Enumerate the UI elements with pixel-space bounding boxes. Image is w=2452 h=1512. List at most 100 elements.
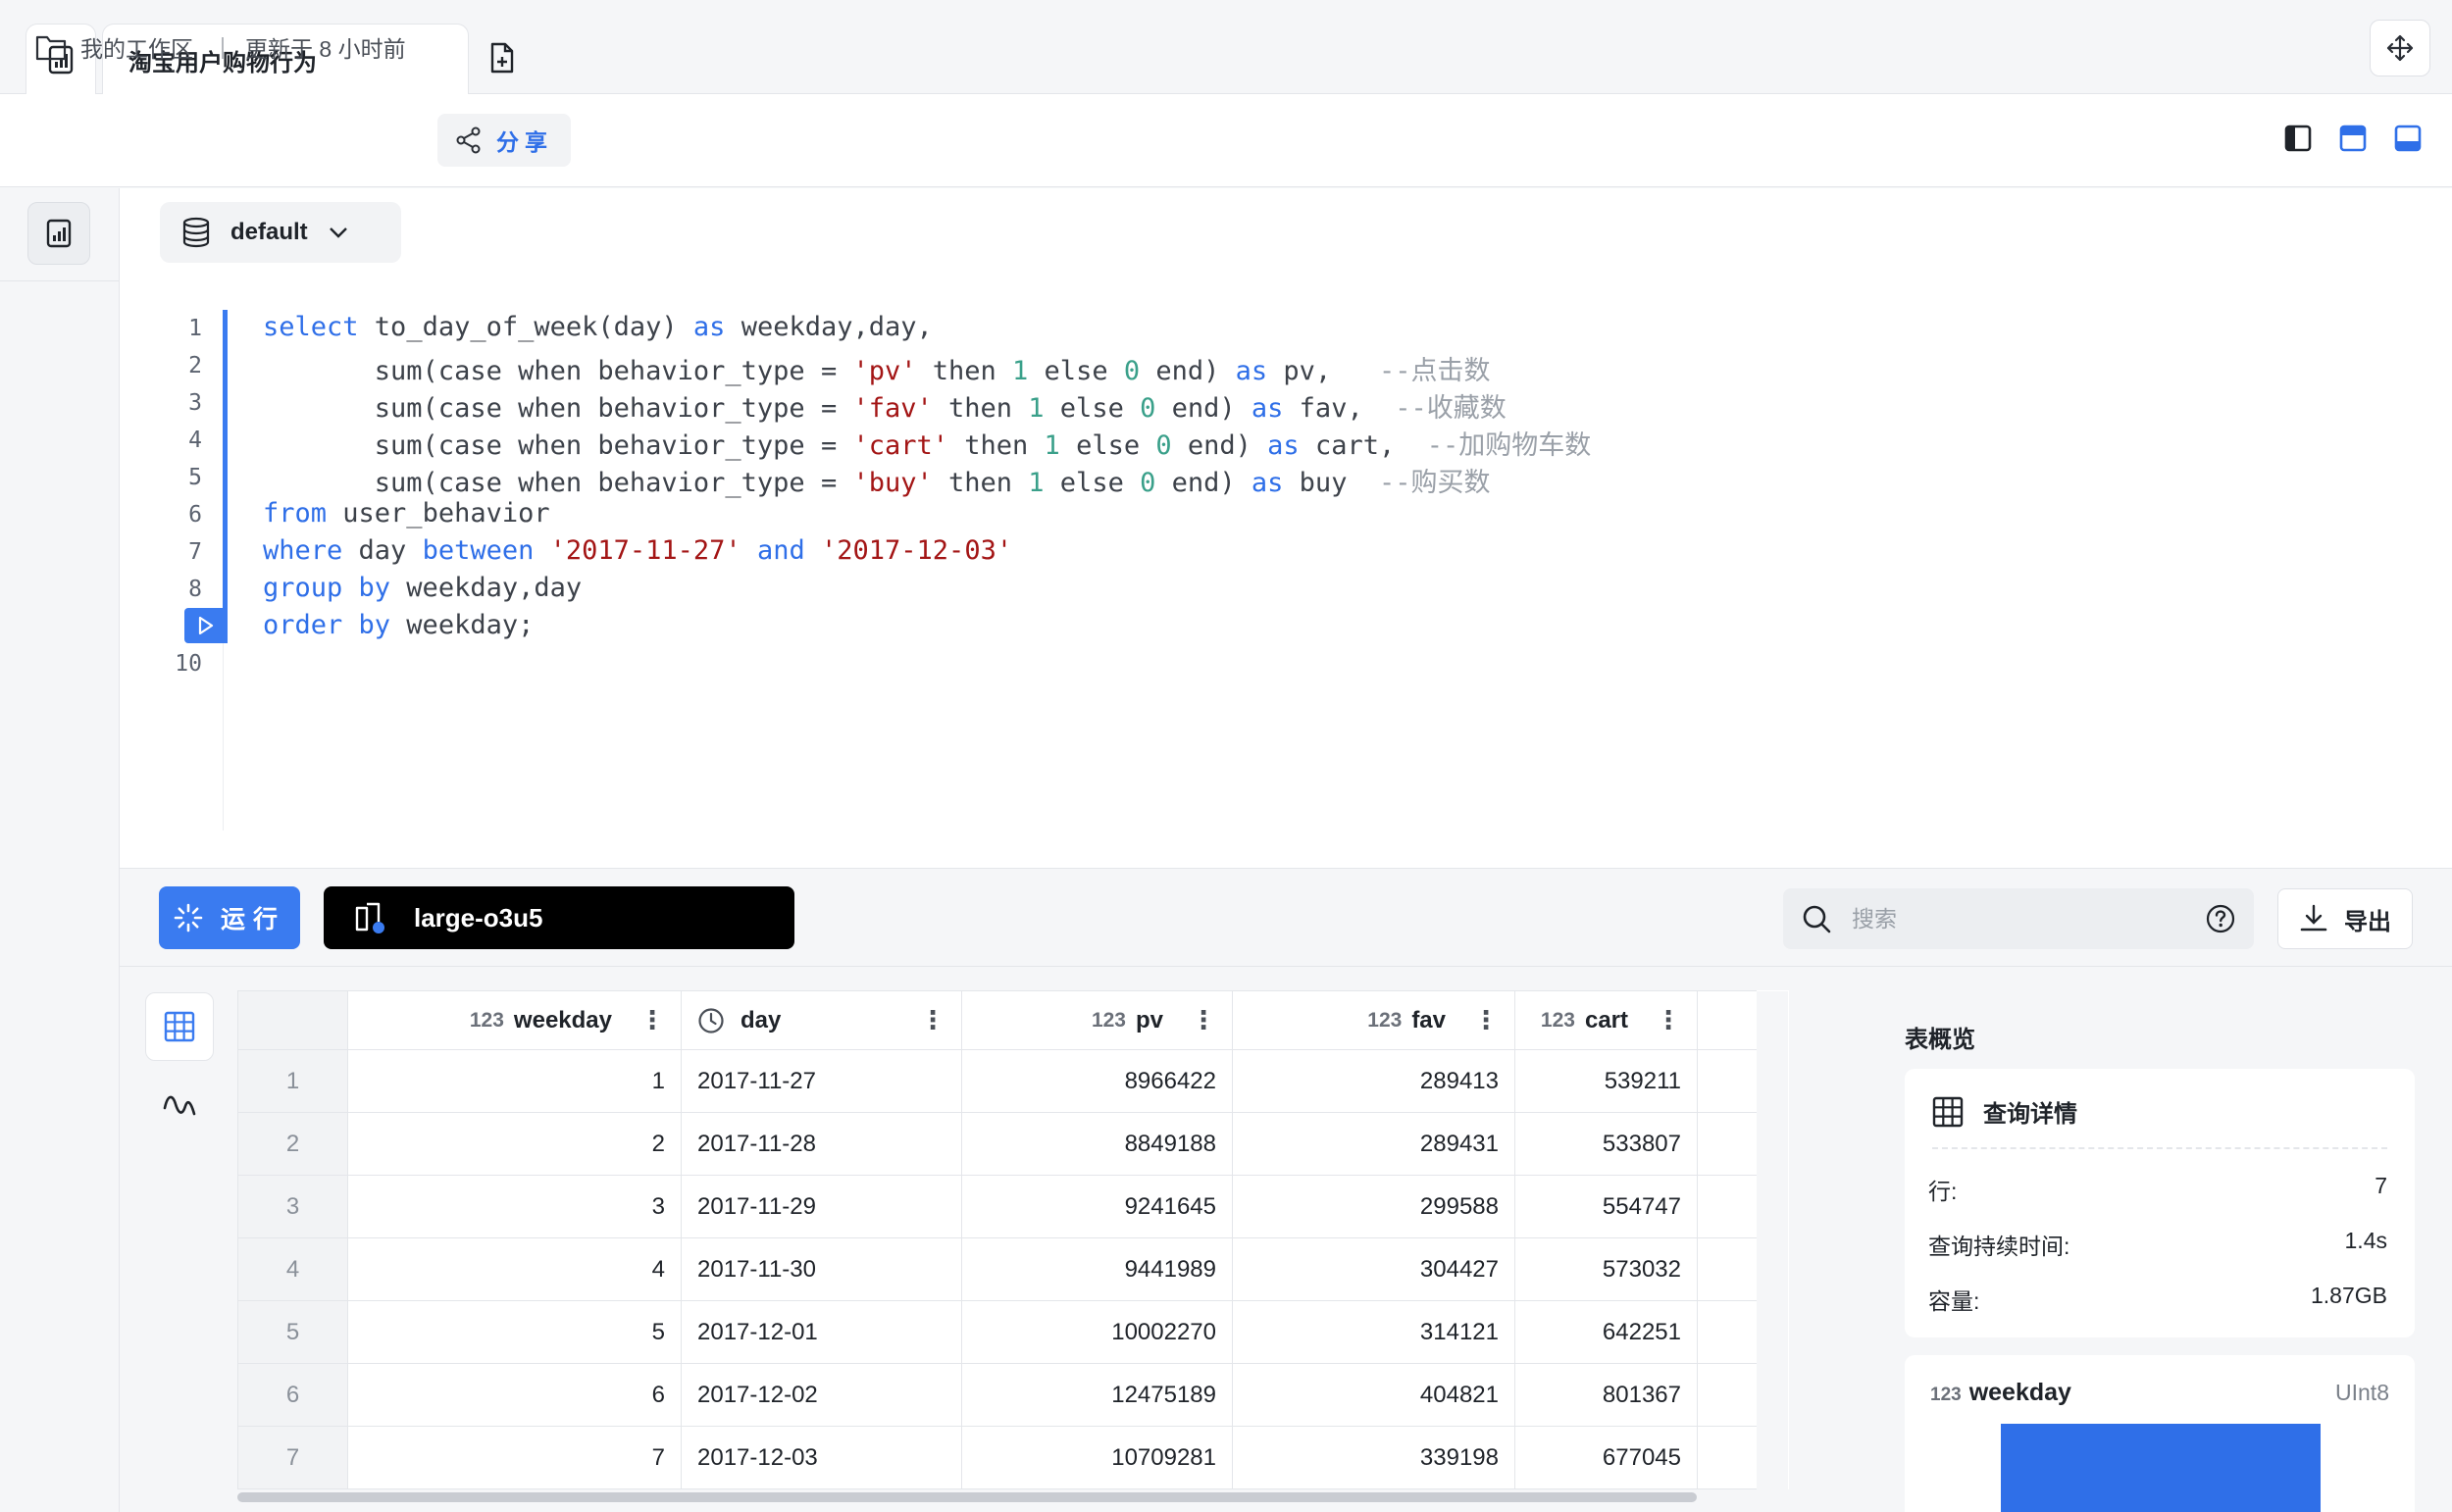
cell-weekday[interactable]: 5 [347, 1300, 682, 1364]
horizontal-scrollbar[interactable] [237, 1492, 1697, 1502]
cell-day[interactable]: 2017-12-03 [681, 1426, 962, 1489]
results-table[interactable]: 123 weekday ⋮ day ⋮ 123 pv ⋮ 123 fav ⋮ 123 cart ⋮… [237, 990, 1789, 1489]
report-nav-button[interactable] [27, 202, 90, 265]
column-header-fav[interactable]: 123 fav ⋮ [1232, 990, 1515, 1050]
cell-weekday[interactable]: 3 [347, 1175, 682, 1238]
row-index[interactable]: 1 [237, 1049, 348, 1113]
run-line-marker[interactable] [184, 608, 228, 643]
column-header-cart[interactable]: 123 cart ⋮ [1514, 990, 1698, 1050]
breadcrumb[interactable]: 我的工作区 [35, 0, 193, 93]
row-index[interactable]: 5 [237, 1300, 348, 1364]
cell-pv[interactable]: 10709281 [961, 1426, 1233, 1489]
cell-pv[interactable]: 8966422 [961, 1049, 1233, 1113]
cell-day[interactable]: 2017-11-29 [681, 1175, 962, 1238]
row-index[interactable]: 3 [237, 1175, 348, 1238]
sql-editor[interactable] [120, 188, 2452, 869]
code-line[interactable]: order by weekday; [263, 610, 534, 640]
cell-fav[interactable]: 339198 [1232, 1426, 1515, 1489]
line-number: 1 [188, 316, 202, 341]
cell-fav[interactable]: 289431 [1232, 1112, 1515, 1176]
cell-weekday[interactable]: 1 [347, 1049, 682, 1113]
code-line[interactable]: group by weekday,day [263, 573, 582, 603]
column-gap [1756, 1049, 1788, 1113]
cell-pv[interactable]: 8849188 [961, 1112, 1233, 1176]
table-row[interactable]: 4 4 2017-11-30 9441989 304427 573032 [237, 1237, 1788, 1301]
cell-fav[interactable]: 289413 [1232, 1049, 1515, 1113]
cell-weekday[interactable]: 7 [347, 1426, 682, 1489]
cell-fav[interactable]: 304427 [1232, 1237, 1515, 1301]
cell-cart[interactable]: 533807 [1514, 1112, 1698, 1176]
run-button[interactable]: 运行 [159, 886, 300, 949]
column-summary-card[interactable]: 123 weekday UInt8 [1905, 1355, 2415, 1512]
code-line[interactable]: sum(case when behavior_type = 'pv' then … [263, 349, 1491, 387]
cluster-select[interactable]: large-o3u5 [324, 886, 794, 949]
cell-weekday[interactable]: 2 [347, 1112, 682, 1176]
cell-cart[interactable]: 677045 [1514, 1426, 1698, 1489]
overview-title: 表概览 [1905, 1027, 1975, 1053]
export-button[interactable]: 导出 [2277, 888, 2413, 949]
table-row[interactable]: 6 6 2017-12-02 12475189 404821 801367 [237, 1363, 1788, 1427]
cell-pv[interactable]: 12475189 [961, 1363, 1233, 1427]
layout-top-icon[interactable] [2338, 124, 2368, 153]
layout-left-icon[interactable] [2283, 124, 2313, 153]
cell-cart[interactable]: 573032 [1514, 1237, 1698, 1301]
cell-pv[interactable]: 10002270 [961, 1300, 1233, 1364]
column-header-pv[interactable]: 123 pv ⋮ [961, 990, 1233, 1050]
code-line[interactable]: select to_day_of_week(day) as weekday,da… [263, 312, 933, 342]
more-vertical-icon[interactable]: ⋮ [1191, 1005, 1216, 1035]
code-line[interactable]: sum(case when behavior_type = 'buy' then… [263, 461, 1491, 499]
table-row[interactable]: 7 7 2017-12-03 10709281 339198 677045 [237, 1426, 1788, 1489]
table-row[interactable]: 5 5 2017-12-01 10002270 314121 642251 [237, 1300, 1788, 1364]
help-icon[interactable] [2205, 903, 2236, 934]
table-row[interactable]: 3 3 2017-11-29 9241645 299588 554747 [237, 1175, 1788, 1238]
move-panel-button[interactable] [2370, 20, 2430, 76]
database-select[interactable]: default [160, 202, 401, 263]
more-vertical-icon[interactable]: ⋮ [1473, 1005, 1499, 1035]
chart-view-button[interactable] [145, 1071, 214, 1139]
cell-fav[interactable]: 404821 [1232, 1363, 1515, 1427]
cell-day[interactable]: 2017-11-28 [681, 1112, 962, 1176]
search-box[interactable] [1783, 888, 2254, 949]
cell-pv[interactable]: 9241645 [961, 1175, 1233, 1238]
row-index[interactable]: 2 [237, 1112, 348, 1176]
distribution-bar[interactable] [2001, 1424, 2321, 1512]
row-index[interactable]: 6 [237, 1363, 348, 1427]
code-line[interactable]: where day between '2017-11-27' and '2017… [263, 535, 1012, 566]
column-gap [1756, 990, 1788, 1050]
code-line[interactable]: sum(case when behavior_type = 'cart' the… [263, 424, 1591, 462]
cell-day[interactable]: 2017-11-27 [681, 1049, 962, 1113]
search-input[interactable] [1852, 905, 2185, 932]
cell-cart[interactable]: 554747 [1514, 1175, 1698, 1238]
cell-day[interactable]: 2017-11-30 [681, 1237, 962, 1301]
cell-day[interactable]: 2017-12-01 [681, 1300, 962, 1364]
cell-cart[interactable]: 642251 [1514, 1300, 1698, 1364]
row-index[interactable]: 4 [237, 1237, 348, 1301]
download-icon [2300, 904, 2327, 932]
cell-day[interactable]: 2017-12-02 [681, 1363, 962, 1427]
cell-weekday[interactable]: 4 [347, 1237, 682, 1301]
row-index[interactable]: 7 [237, 1426, 348, 1489]
cell-cart[interactable]: 801367 [1514, 1363, 1698, 1427]
layout-bottom-icon[interactable] [2393, 124, 2423, 153]
cell-fav[interactable]: 299588 [1232, 1175, 1515, 1238]
share-button[interactable]: 分享 [437, 114, 571, 167]
cell-weekday[interactable]: 6 [347, 1363, 682, 1427]
more-vertical-icon[interactable]: ⋮ [1656, 1005, 1681, 1035]
column-header-day[interactable]: day ⋮ [681, 990, 962, 1050]
table-row[interactable]: 2 2 2017-11-28 8849188 289431 533807 [237, 1112, 1788, 1176]
more-vertical-icon[interactable]: ⋮ [639, 1005, 665, 1035]
cell-pv[interactable]: 9441989 [961, 1237, 1233, 1301]
workspace-link[interactable]: 我的工作区 [80, 30, 193, 64]
report-icon [46, 219, 72, 248]
code-line[interactable]: sum(case when behavior_type = 'fav' then… [263, 386, 1507, 425]
cell-cart[interactable]: 539211 [1514, 1049, 1698, 1113]
more-vertical-icon[interactable]: ⋮ [920, 1005, 945, 1035]
line-number: 4 [188, 428, 202, 453]
column-header-weekday[interactable]: 123 weekday ⋮ [347, 990, 682, 1050]
breadcrumb-bar [0, 94, 2452, 187]
table-view-button[interactable] [145, 992, 214, 1061]
cell-fav[interactable]: 314121 [1232, 1300, 1515, 1364]
table-row[interactable]: 1 1 2017-11-27 8966422 289413 539211 [237, 1049, 1788, 1113]
code-line[interactable]: from user_behavior [263, 498, 550, 529]
new-tab-button[interactable] [486, 41, 518, 76]
